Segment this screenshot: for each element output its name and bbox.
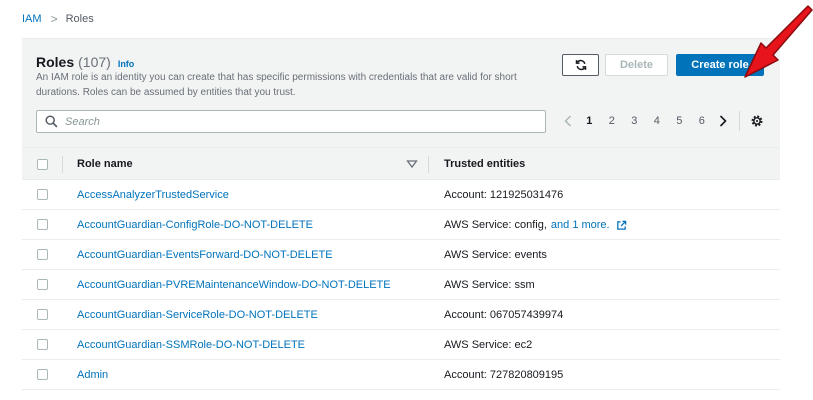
- trusted-entity-text: Account: 067057439974: [444, 309, 564, 321]
- page-1[interactable]: 1: [578, 115, 601, 127]
- row-checkbox[interactable]: [37, 339, 48, 350]
- roles-table-body: AccessAnalyzerTrustedService Account: 12…: [22, 180, 780, 390]
- page-description: An IAM role is an identity you can creat…: [36, 72, 517, 98]
- trusted-entity: AWS Service: config, and 1 more.: [444, 219, 627, 231]
- sort-down-icon[interactable]: [406, 158, 418, 170]
- select-all-checkbox[interactable]: [37, 159, 48, 170]
- table-row: AccountGuardian-ServiceRole-DO-NOT-DELET…: [22, 300, 780, 330]
- search-input[interactable]: [65, 115, 505, 128]
- roles-panel-header: Roles (107) Info An IAM role is an ident…: [22, 38, 780, 147]
- page-4[interactable]: 4: [646, 115, 669, 127]
- trusted-entity: AWS Service: ssm: [444, 279, 535, 291]
- page-5[interactable]: 5: [668, 115, 691, 127]
- row-checkbox[interactable]: [37, 279, 48, 290]
- trusted-entity-text: AWS Service: ec2: [444, 339, 533, 351]
- column-divider: [428, 156, 429, 173]
- page-title: Roles: [36, 54, 75, 70]
- trusted-entity-text: Account: 121925031476: [444, 189, 564, 201]
- chevron-left-icon[interactable]: [558, 112, 578, 130]
- gear-icon[interactable]: [748, 112, 766, 130]
- trusted-entity-text: AWS Service: events: [444, 249, 547, 261]
- search-box: [36, 110, 546, 133]
- breadcrumb-current: Roles: [65, 13, 94, 25]
- table-row: AccountGuardian-ConfigRole-DO-NOT-DELETE…: [22, 210, 780, 240]
- table-row: AccessAnalyzerTrustedService Account: 12…: [22, 180, 780, 210]
- trusted-entity: Account: 067057439974: [444, 309, 563, 321]
- refresh-icon: [575, 59, 587, 71]
- page-3[interactable]: 3: [623, 115, 646, 127]
- row-checkbox[interactable]: [37, 249, 48, 260]
- breadcrumb-separator: >: [50, 12, 58, 26]
- row-checkbox[interactable]: [37, 309, 48, 320]
- column-divider: [62, 156, 63, 173]
- table-row: Admin Account: 727820809195: [22, 360, 780, 390]
- roles-panel: Roles (107) Info An IAM role is an ident…: [22, 38, 780, 400]
- role-name-link[interactable]: AccountGuardian-PVREMaintenanceWindow-DO…: [77, 279, 391, 291]
- role-name-link[interactable]: AccountGuardian-EventsForward-DO-NOT-DEL…: [77, 249, 333, 261]
- role-name-link[interactable]: AccountGuardian-SSMRole-DO-NOT-DELETE: [77, 339, 305, 351]
- info-link[interactable]: Info: [118, 59, 135, 69]
- table-row: AccountGuardian-EventsForward-DO-NOT-DEL…: [22, 240, 780, 270]
- delete-button[interactable]: Delete: [605, 54, 668, 76]
- search-icon: [45, 114, 59, 129]
- trusted-entity: AWS Service: events: [444, 249, 547, 261]
- row-checkbox[interactable]: [37, 369, 48, 380]
- table-header: Role name Trusted entities: [22, 147, 780, 180]
- page-6[interactable]: 6: [691, 115, 714, 127]
- pagination-divider: [739, 111, 740, 131]
- column-header-trusted-entities[interactable]: Trusted entities: [444, 158, 525, 170]
- row-checkbox[interactable]: [37, 219, 48, 230]
- external-link-icon[interactable]: [616, 220, 627, 231]
- roles-count: (107): [78, 54, 111, 70]
- breadcrumb-iam-link[interactable]: IAM: [22, 13, 42, 25]
- refresh-button[interactable]: [562, 54, 599, 76]
- column-header-role-name[interactable]: Role name: [77, 158, 133, 170]
- page-title-row: Roles (107) Info: [36, 54, 134, 70]
- table-row: AccountGuardian-SSMRole-DO-NOT-DELETE AW…: [22, 330, 780, 360]
- row-checkbox[interactable]: [37, 189, 48, 200]
- role-name-link[interactable]: AccountGuardian-ServiceRole-DO-NOT-DELET…: [77, 309, 318, 321]
- table-row: AccountGuardian-PVREMaintenanceWindow-DO…: [22, 270, 780, 300]
- trusted-entity-text: AWS Service: config,: [444, 219, 547, 231]
- trusted-entity-text: AWS Service: ssm: [444, 279, 535, 291]
- pagination: 1 2 3 4 5 6: [558, 111, 766, 131]
- role-name-link[interactable]: Admin: [77, 369, 108, 381]
- role-name-link[interactable]: AccessAnalyzerTrustedService: [77, 189, 229, 201]
- chevron-right-icon[interactable]: [713, 112, 733, 130]
- trusted-entity: Account: 727820809195: [444, 369, 563, 381]
- trusted-entity-text: Account: 727820809195: [444, 369, 564, 381]
- trusted-entity: AWS Service: ec2: [444, 339, 532, 351]
- breadcrumb: IAM > Roles: [22, 12, 94, 26]
- and-more-link[interactable]: and 1 more.: [551, 219, 610, 231]
- trusted-entity: Account: 121925031476: [444, 189, 563, 201]
- create-role-button[interactable]: Create role: [676, 54, 764, 76]
- role-name-link[interactable]: AccountGuardian-ConfigRole-DO-NOT-DELETE: [77, 219, 313, 231]
- page-2[interactable]: 2: [601, 115, 624, 127]
